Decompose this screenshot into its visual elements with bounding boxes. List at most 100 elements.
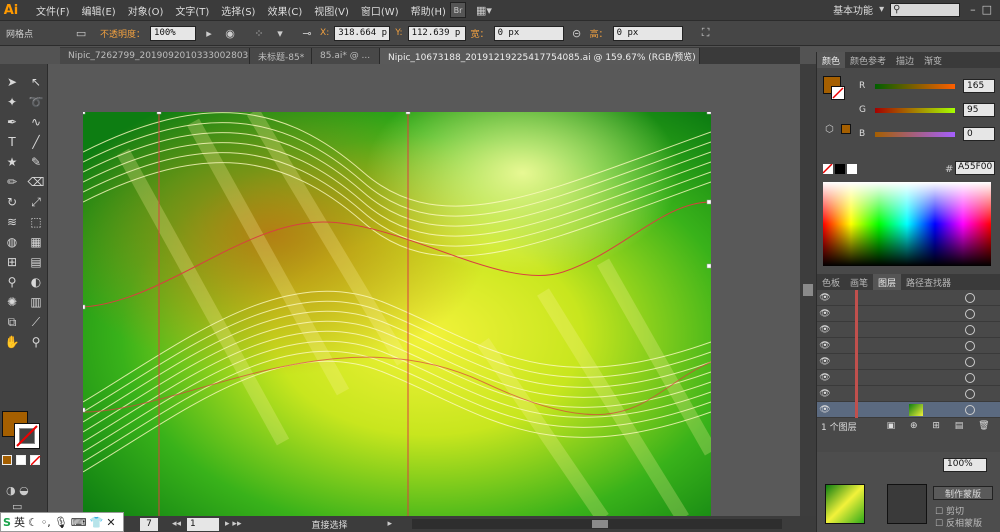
tab-color-guide[interactable]: 颜色参考 — [845, 52, 891, 68]
black-swatch[interactable] — [835, 164, 845, 174]
minimize-icon[interactable]: – — [970, 3, 976, 16]
menu-view[interactable]: 视图(V) — [308, 3, 355, 18]
workspace-dropdown-icon[interactable]: ▾ — [879, 4, 884, 15]
artboard-number-field[interactable]: 1 — [187, 517, 220, 531]
artboard[interactable] — [83, 112, 711, 518]
visibility-eye-icon[interactable]: 👁 — [817, 405, 833, 415]
perspective-grid-icon[interactable]: ▦ — [24, 232, 48, 252]
status-menu-icon[interactable]: ▸ — [387, 519, 392, 529]
none-swatch-icon[interactable] — [823, 164, 833, 174]
visibility-eye-icon[interactable]: 👁 — [817, 293, 833, 303]
h-scroll-thumb[interactable] — [592, 520, 609, 528]
reference-dropdown-icon[interactable]: ▾ — [272, 25, 288, 41]
tab-document-1[interactable]: Nipic_7262799_20190920103330028031.ai* — [60, 48, 250, 64]
artboard-tool-icon[interactable]: ⧉ — [0, 312, 24, 332]
transparency-opacity-field[interactable]: 100% — [943, 458, 987, 472]
gradient-mode-icon[interactable] — [16, 455, 26, 465]
ime-tools-icon[interactable]: ✕ — [106, 516, 115, 529]
zoom-tool-icon[interactable]: ⚲ — [24, 332, 48, 352]
zoom-field[interactable]: 7 — [140, 517, 158, 531]
opacity-field[interactable]: 100% — [150, 25, 197, 41]
restore-icon[interactable]: □ — [982, 3, 992, 16]
transform-icon[interactable]: ⛶ — [698, 25, 714, 41]
tab-document-active[interactable]: Nipic_10673188_20191219225417754085.ai @… — [380, 48, 700, 64]
pencil-tool-icon[interactable]: ✏ — [0, 172, 24, 192]
arrange-documents-icon[interactable]: ▦▾ — [476, 2, 492, 18]
menu-edit[interactable]: 编辑(E) — [76, 3, 122, 18]
menu-help[interactable]: 帮助(H) — [405, 3, 452, 18]
line-tool-icon[interactable]: ╱ — [24, 132, 48, 152]
tab-document-2[interactable]: 未标题-85* — [250, 48, 312, 64]
visibility-eye-icon[interactable]: 👁 — [817, 325, 833, 335]
menu-object[interactable]: 对象(O) — [122, 3, 170, 18]
type-tool-icon[interactable]: T — [0, 132, 24, 152]
visibility-eye-icon[interactable]: 👁 — [817, 357, 833, 367]
link-icon[interactable]: ⊝ — [569, 25, 585, 41]
tab-swatches[interactable]: 色板 — [817, 274, 845, 290]
workspace-switcher[interactable]: 基本功能 — [833, 2, 873, 17]
direct-selection-tool-icon[interactable]: ↖ — [24, 72, 48, 92]
none-mode-icon[interactable] — [30, 455, 41, 466]
blend-tool-icon[interactable]: ◐ — [24, 272, 48, 292]
lasso-icon[interactable]: ➰ — [24, 92, 48, 112]
target-circle-icon[interactable] — [965, 389, 975, 399]
slice-tool-icon[interactable]: ⟋ — [24, 312, 48, 332]
stroke-swatch[interactable] — [14, 423, 40, 449]
free-transform-icon[interactable]: ⬚ — [24, 212, 48, 232]
layer-row[interactable]: 👁 — [817, 402, 1000, 418]
graph-tool-icon[interactable]: ▥ — [24, 292, 48, 312]
vertical-scrollbar[interactable] — [800, 64, 816, 516]
draw-mode-icon[interactable]: ◑ ◒ — [6, 484, 29, 497]
tab-stroke[interactable]: 描边 — [891, 52, 919, 68]
ime-punct-icon[interactable]: ◦, — [41, 516, 51, 529]
gradient-tool-icon[interactable]: ▤ — [24, 252, 48, 272]
menu-type[interactable]: 文字(T) — [169, 3, 215, 18]
selection-tool-icon[interactable]: ➤ — [0, 72, 24, 92]
object-thumbnail[interactable] — [825, 484, 865, 524]
bridge-icon[interactable]: Br — [450, 2, 466, 18]
reference-point-icon[interactable]: ⁘ — [251, 25, 267, 41]
ime-skin-icon[interactable]: 👕 — [90, 516, 104, 529]
pen-tool-icon[interactable]: ✒ — [0, 112, 24, 132]
blue-value[interactable]: 0 — [963, 127, 995, 141]
invert-mask-checkbox[interactable]: ☐ 反相蒙版 — [935, 516, 982, 529]
opacity-label[interactable]: 不透明度： — [100, 27, 145, 40]
tab-color[interactable]: 颜色 — [817, 52, 846, 68]
make-mask-button[interactable]: 制作蒙版 — [933, 486, 993, 500]
next-page-icon[interactable]: ▸ ▸▸ — [225, 519, 241, 529]
layer-row[interactable]: 👁 — [817, 290, 1000, 306]
mask-thumbnail[interactable] — [887, 484, 927, 524]
target-circle-icon[interactable] — [965, 293, 975, 303]
scroll-thumb[interactable] — [803, 284, 813, 296]
shape-tool-icon[interactable]: ★ — [0, 152, 24, 172]
first-page-icon[interactable]: ◂◂ — [172, 519, 181, 529]
target-circle-icon[interactable] — [965, 405, 975, 415]
white-swatch[interactable] — [847, 164, 857, 174]
ime-keyboard-icon[interactable]: ⌨ — [71, 516, 87, 529]
menu-window[interactable]: 窗口(W) — [355, 3, 405, 18]
anchor-convert-icon[interactable]: ⊸ — [299, 25, 315, 41]
eyedropper-icon[interactable]: ⚲ — [0, 272, 24, 292]
curvature-tool-icon[interactable]: ∿ — [24, 112, 48, 132]
ime-language[interactable]: 英 — [14, 514, 25, 530]
color-mode-icon[interactable] — [2, 455, 12, 465]
rotate-tool-icon[interactable]: ↻ — [0, 192, 24, 212]
target-circle-icon[interactable] — [965, 373, 975, 383]
warp-tool-icon[interactable]: ≋ — [0, 212, 24, 232]
mesh-tool-icon[interactable]: ⊞ — [0, 252, 24, 272]
x-field[interactable]: 318.664 p — [334, 25, 391, 41]
red-value[interactable]: 165 — [963, 79, 995, 93]
layer-thumbnail[interactable] — [909, 404, 923, 416]
tab-gradient[interactable]: 渐变 — [919, 52, 947, 68]
visibility-eye-icon[interactable]: 👁 — [817, 373, 833, 383]
visibility-eye-icon[interactable]: 👁 — [817, 341, 833, 351]
help-search-input[interactable]: ⚲ — [890, 2, 961, 17]
tab-brushes[interactable]: 画笔 — [845, 274, 873, 290]
hand-tool-icon[interactable]: ✋ — [0, 332, 24, 352]
blue-slider[interactable] — [875, 131, 955, 137]
eraser-tool-icon[interactable]: ⌫ — [24, 172, 48, 192]
height-field[interactable]: 0 px — [612, 25, 683, 41]
layer-row[interactable]: 👁 — [817, 322, 1000, 338]
menu-select[interactable]: 选择(S) — [215, 3, 261, 18]
opacity-dropdown-icon[interactable]: ▸ — [201, 25, 217, 41]
